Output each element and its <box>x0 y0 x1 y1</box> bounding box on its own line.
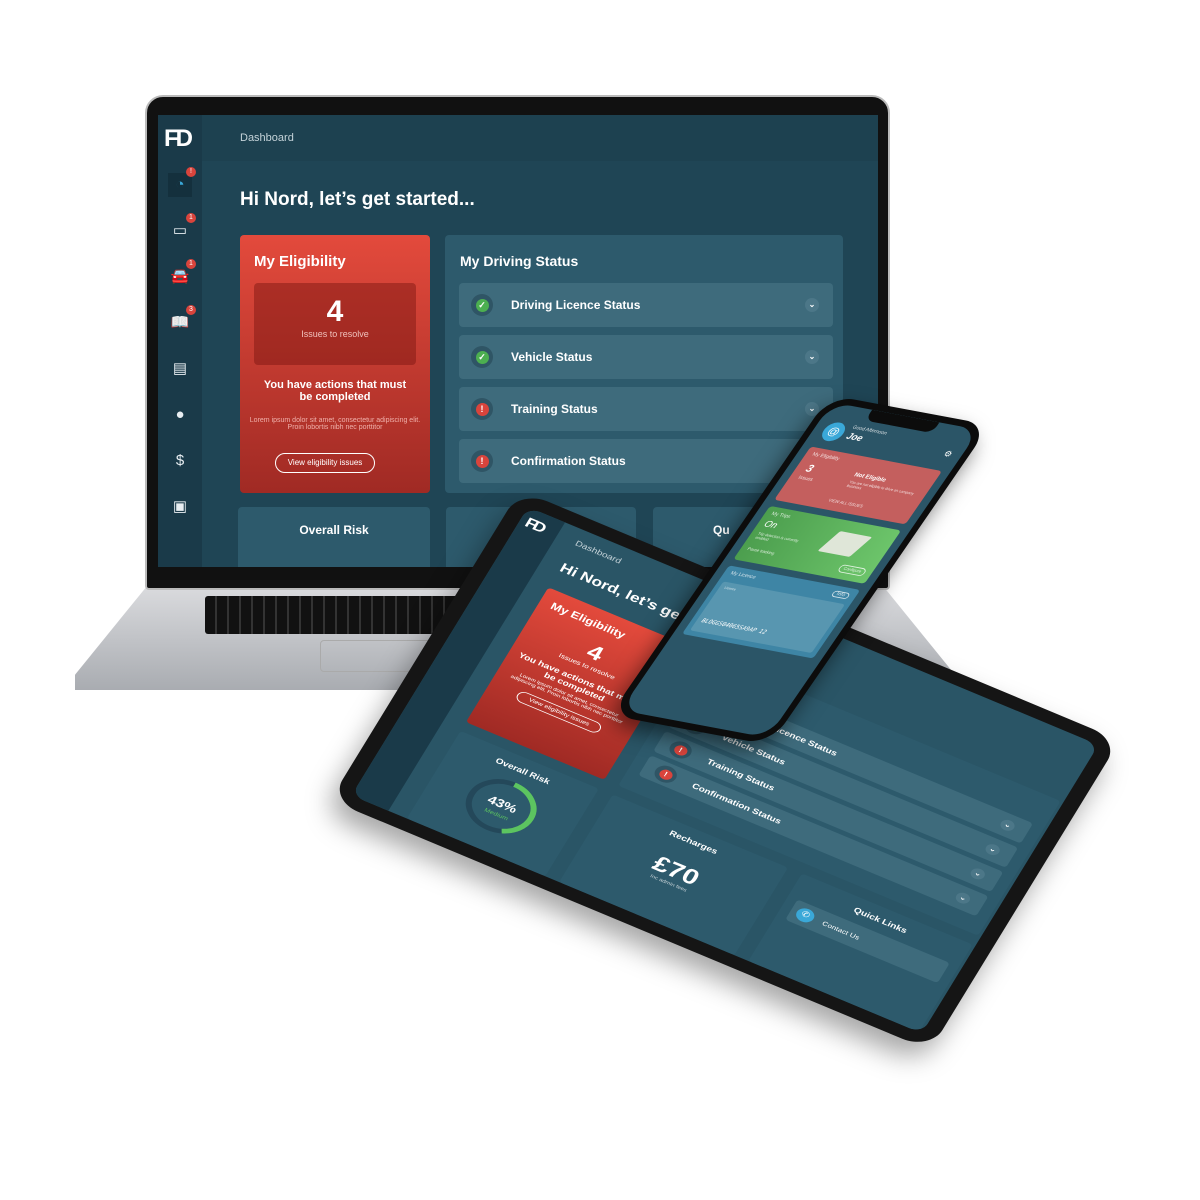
notification-badge: 1 <box>186 213 196 223</box>
issue-count-box: 4 Issues to resolve <box>254 283 416 365</box>
notification-badge: ! <box>186 167 196 177</box>
card-title: Qu <box>713 523 730 537</box>
chevron-down-icon[interactable]: ⌄ <box>805 298 819 312</box>
car-icon: 🚘 <box>170 268 190 285</box>
notification-badge: 1 <box>186 259 196 269</box>
driving-status-card: My Driving Status ✓ Driving Licence Statu… <box>445 235 843 493</box>
user-icon: ● <box>175 406 185 423</box>
check-icon: ✓ <box>475 350 489 364</box>
sidebar-item-card[interactable]: ▭ 1 <box>168 213 196 243</box>
view-eligibility-button[interactable]: View eligibility issues <box>275 453 375 473</box>
page-title: Hi Nord, let’s get started... <box>240 189 475 210</box>
card-title: My Eligibility <box>254 253 346 270</box>
status-row[interactable]: ✓ Vehicle Status ⌄ <box>459 335 833 379</box>
gear-icon[interactable]: ⚙ <box>941 450 954 460</box>
breadcrumb[interactable]: Dashboard <box>573 539 623 565</box>
sidebar: FD ◔! ▭ 1 🚘 1 📖 3 ▤ ● $ ▣ <box>158 115 202 567</box>
eligibility-heading: You have actions that must be completed <box>263 379 407 403</box>
status-label: Confirmation Status <box>511 454 626 468</box>
check-icon: ✓ <box>475 298 489 312</box>
issue-count: 3 <box>803 461 817 475</box>
licence-label: Licence <box>723 585 738 592</box>
alert-icon: ! <box>475 402 489 416</box>
card-title: My Trips <box>770 511 792 520</box>
chevron-down-icon[interactable]: ⌄ <box>805 350 819 364</box>
trips-body: Trip detection is currently enabled <box>754 531 800 543</box>
notification-badge: 3 <box>186 305 196 315</box>
contact-card-icon: ▣ <box>172 498 188 515</box>
configure-button[interactable]: Configure <box>836 564 868 577</box>
status-label: Driving Licence Status <box>511 298 641 312</box>
overall-risk-card: Overall Risk <box>238 507 430 567</box>
sidebar-item-book[interactable]: 📖 3 <box>168 305 196 335</box>
phone-icon: ✆ <box>793 905 818 925</box>
trips-state: On <box>761 519 780 531</box>
issue-count-label: Issues <box>796 475 814 483</box>
eligibility-card: My Eligibility 4 Issues to resolve You h… <box>240 235 430 493</box>
map-illustration <box>817 531 873 557</box>
breadcrumb[interactable]: Dashboard <box>240 132 294 144</box>
document-icon: ▤ <box>172 360 188 377</box>
card-icon: ▭ <box>172 222 188 239</box>
licence-number: BLOGGS04065SA9AP 12 <box>699 617 769 636</box>
eligibility-body: Lorem ipsum dolor sit amet, consectetur … <box>249 417 421 431</box>
user-name: Joe <box>843 431 866 444</box>
speedometer-icon: ◔ <box>175 176 185 193</box>
issue-count-label: Issues to resolve <box>301 329 369 339</box>
card-title: My Driving Status <box>460 253 579 269</box>
issue-count: 4 <box>326 295 344 328</box>
sidebar-item-user[interactable]: ● <box>168 403 192 427</box>
chevron-down-icon[interactable]: ⌄ <box>953 890 973 906</box>
status-row[interactable]: ! Training Status ⌄ <box>459 387 833 431</box>
card-title: My Eligibility <box>810 452 841 462</box>
fd-logo: FD <box>522 514 548 536</box>
licence-info-button[interactable]: Info <box>830 590 851 600</box>
alert-icon: ! <box>657 767 675 782</box>
licence-preview: Licence BLOGGS04065SA9AP 12 <box>689 581 846 654</box>
book-icon: 📖 <box>170 314 190 331</box>
sidebar-item-speedometer[interactable]: ◔! <box>168 167 196 197</box>
status-row[interactable]: ✓ Driving Licence Status ⌄ <box>459 283 833 327</box>
status-label: Vehicle Status <box>511 350 593 364</box>
chevron-down-icon[interactable]: ⌄ <box>998 817 1017 833</box>
sidebar-item-car[interactable]: 🚘 1 <box>168 259 196 289</box>
alert-icon: ! <box>671 743 690 757</box>
chevron-down-icon[interactable]: ⌄ <box>983 842 1003 858</box>
pause-tracking-button[interactable]: Pause tracking <box>746 547 776 557</box>
status-label: Training Status <box>511 402 598 416</box>
sidebar-item-invoice[interactable]: $ <box>168 449 192 473</box>
licence-card: My Licence Info Licence BLOGGS04065SA9AP… <box>681 565 861 659</box>
card-title: Overall Risk <box>299 523 369 537</box>
chevron-down-icon[interactable]: ⌄ <box>968 866 988 882</box>
card-title: My Licence <box>729 571 757 581</box>
alert-icon: ! <box>475 454 489 468</box>
sidebar-item-contact-card[interactable]: ▣ <box>168 495 192 519</box>
fd-logo: FD <box>164 125 193 152</box>
sidebar-item-document[interactable]: ▤ <box>168 357 192 381</box>
quick-link-label: Contact Us <box>820 919 862 941</box>
invoice-icon: $ <box>175 452 185 469</box>
top-bar: Dashboard <box>202 115 878 161</box>
